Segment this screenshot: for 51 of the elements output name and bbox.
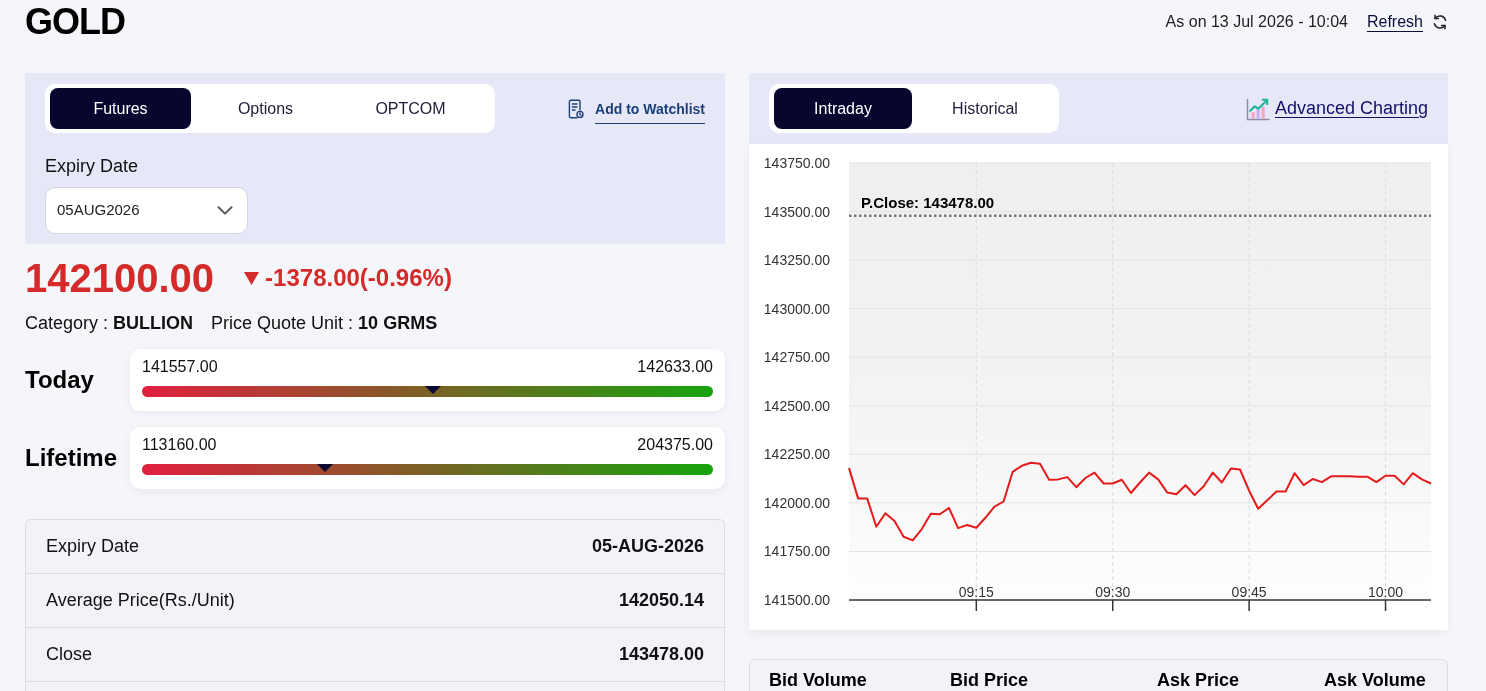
detail-text: Category : BULLION <box>25 312 194 334</box>
timestamp-text: As on 13 Jul 2026 - 10:04 <box>1165 12 1348 32</box>
y-axis-label: 142250.00 <box>763 446 830 463</box>
price-change: -1378.00(-0.96%) <box>265 263 452 293</box>
refresh-icon[interactable] <box>1432 14 1448 30</box>
range-low-value: 141557.00 <box>142 357 218 376</box>
info-value: 143478.00 <box>618 643 704 666</box>
x-axis-label: 09:15 <box>958 584 994 600</box>
column-header: Bid Volume <box>769 670 867 691</box>
add-to-watchlist-link[interactable]: Add to Watchlist <box>595 99 705 124</box>
info-label: Average Price(Rs./Unit) <box>46 589 235 612</box>
refresh-link[interactable]: Refresh <box>1366 10 1423 34</box>
y-axis-label: 143000.00 <box>763 300 830 317</box>
chart-icon[interactable] <box>1245 96 1270 121</box>
y-axis-label: 141500.00 <box>763 592 830 608</box>
range-label: Today <box>25 365 95 395</box>
y-axis-label: 141750.00 <box>763 543 830 560</box>
chevron-down-icon <box>217 206 233 215</box>
range-high-value: 204375.00 <box>637 435 713 454</box>
previous-close-label: P.Close: 143478.00 <box>861 193 995 211</box>
x-axis-label: 10:00 <box>1368 584 1404 600</box>
y-axis-label: 142500.00 <box>763 397 830 414</box>
range-high-value: 142633.00 <box>637 357 713 376</box>
y-axis-label: 143750.00 <box>763 155 830 171</box>
page-title: GOLD <box>25 4 125 40</box>
expiry-select[interactable]: 05AUG2026 <box>45 187 248 234</box>
tab[interactable]: Historical <box>916 88 1054 129</box>
range-low-value: 113160.00 <box>142 435 217 454</box>
document-icon[interactable] <box>568 98 585 119</box>
range-label: Lifetime <box>25 443 118 473</box>
tab[interactable]: Intraday <box>774 88 912 129</box>
y-axis-label: 142000.00 <box>763 494 830 511</box>
field-label: Expiry Date <box>45 155 140 177</box>
column-header: Ask Price <box>1157 670 1240 691</box>
info-value: 05-AUG-2026 <box>591 535 704 558</box>
price-value: 142100.00 <box>25 255 215 302</box>
y-axis-label: 143500.00 <box>763 203 830 220</box>
advanced-charting-link[interactable]: Advanced Charting <box>1274 95 1428 122</box>
detail-text: Price Quote Unit : 10 GRMS <box>211 312 438 334</box>
x-axis-label: 09:30 <box>1095 584 1131 600</box>
info-label: Close <box>46 643 93 666</box>
column-header: Bid Price <box>950 670 1029 691</box>
tab[interactable]: Futures <box>50 88 191 129</box>
tab[interactable]: Options <box>195 88 336 129</box>
tab[interactable]: OPTCOM <box>340 88 481 129</box>
x-axis-label: 09:45 <box>1231 584 1267 600</box>
y-axis-label: 142750.00 <box>763 349 830 366</box>
info-value: 142050.14 <box>618 589 704 612</box>
y-axis-label: 143250.00 <box>763 252 830 269</box>
info-label: Expiry Date <box>46 535 140 558</box>
column-header: Ask Volume <box>1324 670 1426 691</box>
